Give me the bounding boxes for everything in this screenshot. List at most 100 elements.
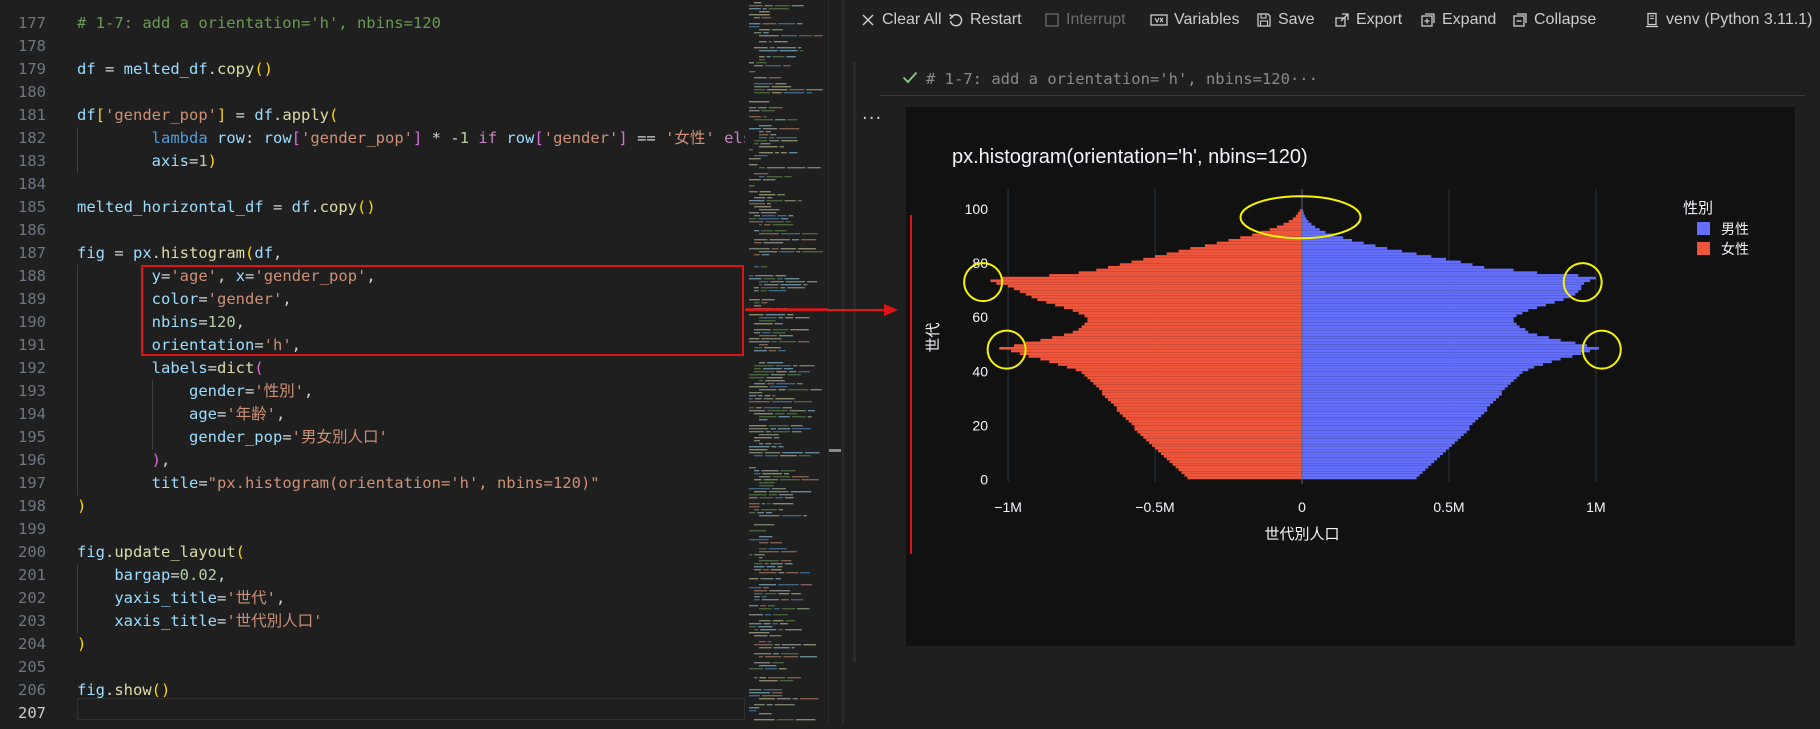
female-bar[interactable]: [1260, 230, 1302, 234]
male-bar[interactable]: [1302, 395, 1499, 399]
female-bar[interactable]: [1087, 376, 1302, 380]
female-bar[interactable]: [1166, 457, 1302, 461]
male-bar[interactable]: [1302, 317, 1514, 320]
female-bar[interactable]: [1178, 468, 1302, 472]
male-bar[interactable]: [1302, 390, 1502, 393]
female-bar[interactable]: [1216, 241, 1302, 245]
female-bar[interactable]: [1019, 290, 1302, 293]
female-bar[interactable]: [1078, 328, 1302, 331]
plotly-figure[interactable]: px.histogram(orientation='h', nbins=120)…: [906, 107, 1795, 646]
female-bar[interactable]: [996, 282, 1302, 285]
female-bar[interactable]: [1037, 298, 1302, 302]
female-bar[interactable]: [1078, 271, 1302, 275]
female-bar[interactable]: [1049, 274, 1302, 277]
code-line[interactable]: 198): [0, 495, 745, 518]
code-line[interactable]: 179 df = melted_df.copy(): [0, 58, 745, 81]
male-bar[interactable]: [1302, 279, 1591, 283]
female-bar[interactable]: [1096, 384, 1302, 388]
female-bar[interactable]: [1013, 344, 1302, 347]
female-bar[interactable]: [1169, 460, 1302, 464]
code-line[interactable]: 205: [0, 656, 745, 679]
male-bar[interactable]: [1302, 303, 1546, 307]
female-bar[interactable]: [1122, 414, 1302, 418]
female-bar[interactable]: [1137, 430, 1302, 434]
male-bar[interactable]: [1302, 260, 1461, 264]
female-bar[interactable]: [1175, 465, 1302, 469]
male-bar[interactable]: [1302, 301, 1555, 304]
male-bar[interactable]: [1302, 371, 1523, 374]
male-bar[interactable]: [1302, 368, 1529, 372]
male-bar[interactable]: [1302, 228, 1320, 231]
female-bar[interactable]: [1105, 395, 1302, 399]
female-bar[interactable]: [1134, 425, 1302, 428]
male-bar[interactable]: [1302, 476, 1417, 480]
male-bar[interactable]: [1302, 403, 1491, 407]
female-bar[interactable]: [1019, 352, 1302, 356]
female-bar[interactable]: [1011, 349, 1302, 353]
male-bar[interactable]: [1302, 444, 1452, 447]
male-bar[interactable]: [1302, 238, 1352, 242]
female-bar[interactable]: [1055, 303, 1302, 307]
male-bar[interactable]: [1302, 287, 1582, 291]
female-bar[interactable]: [1049, 360, 1302, 364]
male-bar[interactable]: [1302, 387, 1505, 391]
female-bar[interactable]: [1113, 403, 1302, 407]
male-bar[interactable]: [1302, 452, 1444, 455]
female-bar[interactable]: [1081, 325, 1302, 329]
female-bar[interactable]: [1283, 222, 1302, 226]
male-bar[interactable]: [1302, 314, 1517, 318]
male-bar[interactable]: [1302, 328, 1526, 331]
female-bar[interactable]: [1190, 247, 1302, 250]
restart-button[interactable]: Restart: [948, 10, 1022, 30]
female-bar[interactable]: [1157, 449, 1302, 453]
female-bar[interactable]: [1081, 371, 1302, 374]
female-bar[interactable]: [1002, 276, 1302, 280]
female-bar[interactable]: [1269, 228, 1302, 231]
female-bar[interactable]: [1119, 263, 1302, 266]
female-bar[interactable]: [1116, 409, 1302, 412]
female-bar[interactable]: [1084, 314, 1302, 318]
male-bar[interactable]: [1302, 230, 1326, 234]
male-bar[interactable]: [1302, 247, 1388, 250]
male-bar[interactable]: [1302, 473, 1420, 477]
male-bar[interactable]: [1302, 349, 1591, 353]
male-bar[interactable]: [1302, 406, 1488, 410]
male-bar[interactable]: [1302, 306, 1538, 310]
female-bar[interactable]: [1205, 244, 1302, 247]
male-bar[interactable]: [1302, 257, 1447, 261]
male-bar[interactable]: [1302, 311, 1523, 315]
female-bar[interactable]: [1110, 400, 1302, 404]
male-bar[interactable]: [1302, 352, 1582, 356]
code-line[interactable]: 180: [0, 81, 745, 104]
male-bar[interactable]: [1302, 330, 1529, 334]
male-bar[interactable]: [1302, 460, 1435, 464]
female-bar[interactable]: [1013, 287, 1302, 291]
kernel-picker[interactable]: venv (Python 3.11.1): [1644, 10, 1812, 30]
male-bar[interactable]: [1302, 471, 1423, 474]
male-bar[interactable]: [1302, 341, 1576, 345]
female-bar[interactable]: [1143, 257, 1302, 261]
female-bar[interactable]: [1155, 446, 1302, 450]
editor-scrollbar[interactable]: [828, 0, 842, 725]
female-bar[interactable]: [1072, 330, 1302, 334]
female-bar[interactable]: [1102, 390, 1302, 393]
male-bar[interactable]: [1302, 441, 1455, 445]
male-bar[interactable]: [1302, 241, 1364, 245]
male-bar[interactable]: [1302, 414, 1482, 418]
male-bar[interactable]: [1302, 252, 1417, 256]
code-line[interactable]: 199: [0, 518, 745, 541]
female-bar[interactable]: [1075, 368, 1302, 372]
female-bar[interactable]: [1040, 357, 1302, 361]
female-bar[interactable]: [1087, 319, 1302, 323]
expand-button[interactable]: Expand: [1420, 10, 1496, 30]
code-line[interactable]: 196 ),: [0, 449, 745, 472]
legend-swatch[interactable]: [1697, 242, 1710, 255]
female-bar[interactable]: [1072, 309, 1302, 312]
male-bar[interactable]: [1302, 344, 1588, 347]
female-bar[interactable]: [1008, 284, 1302, 288]
code-line[interactable]: 183 axis=1): [0, 150, 745, 173]
female-bar[interactable]: [1125, 417, 1302, 420]
female-bar[interactable]: [1288, 220, 1302, 223]
interrupt-button[interactable]: Interrupt: [1044, 10, 1126, 30]
female-bar[interactable]: [990, 279, 1302, 283]
